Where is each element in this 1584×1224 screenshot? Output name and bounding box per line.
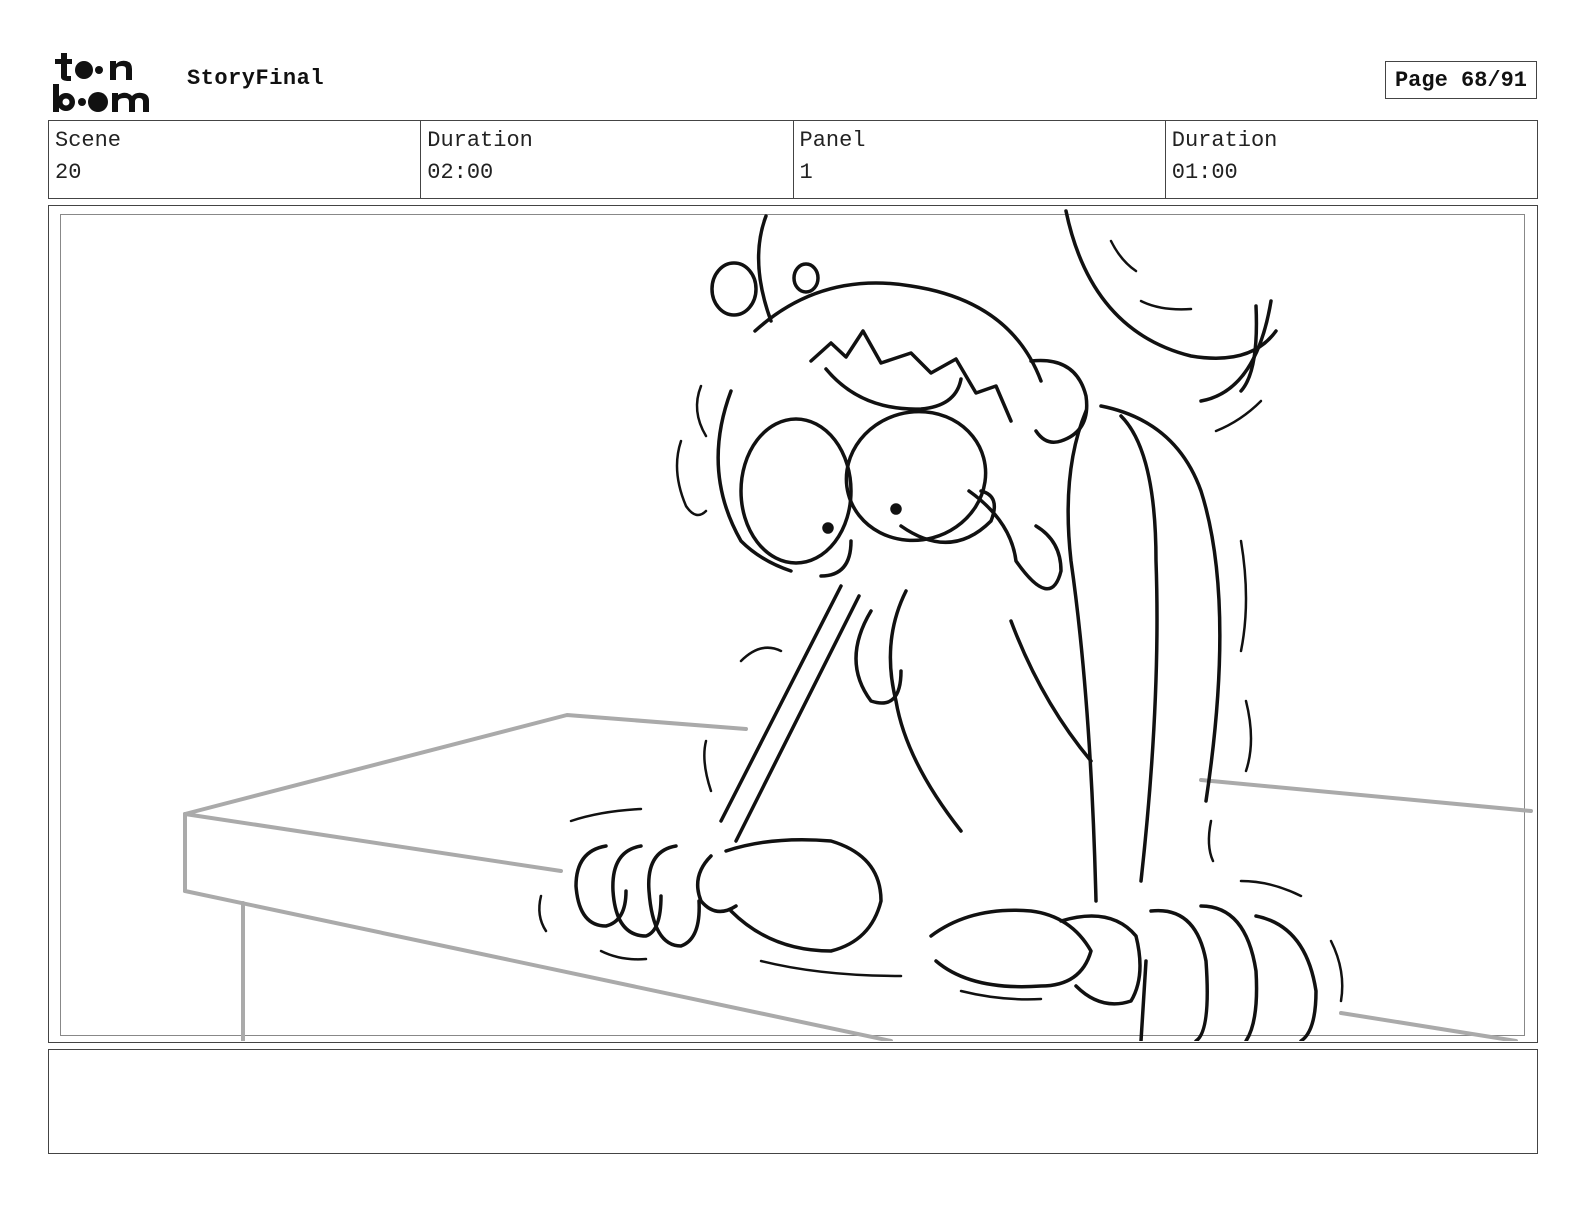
scene-duration-cell: Duration 02:00 [421,121,794,198]
scene-value: 20 [55,160,82,185]
scene-label: Scene [55,128,122,153]
toon-boom-logo [50,50,165,114]
panel-value: 1 [799,160,813,185]
scene-duration-value: 02:00 [427,160,494,185]
panel-duration-cell: Duration 01:00 [1166,121,1537,198]
panel-notes [48,1049,1538,1154]
scene-cell: Scene 20 [49,121,422,198]
panel-cell: Panel 1 [794,121,1166,198]
panel-sketch [183,209,1533,1041]
panel-duration-value: 01:00 [1171,160,1238,185]
panel-duration-label: Duration [1171,128,1278,153]
project-title: StoryFinal [187,66,325,91]
page-indicator: Page 68/91 [1385,61,1537,99]
scene-duration-label: Duration [427,128,533,153]
scene-info-bar: Scene 20 Duration 02:00 Panel 1 Duration… [48,120,1538,199]
storyboard-panel [48,205,1538,1043]
panel-label: Panel [799,128,866,153]
